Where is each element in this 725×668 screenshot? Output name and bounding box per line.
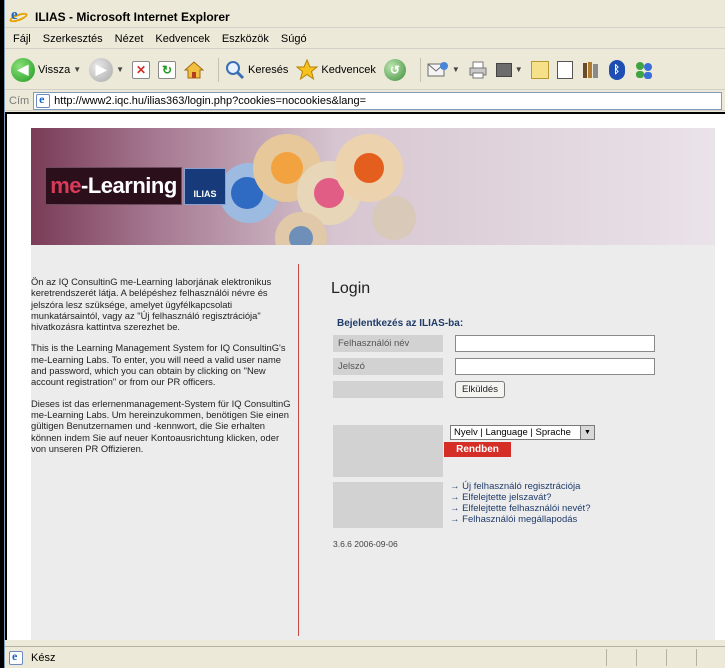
header-banner: me-Learning ILIAS: [31, 128, 715, 245]
toolbar-separator: [218, 57, 220, 82]
link-forgot-username[interactable]: → Elfelejtette felhasználói nevét?: [450, 503, 590, 514]
menu-bar: Fájl Szerkesztés Nézet Kedvencek Eszközö…: [5, 29, 725, 49]
pencils-image: [219, 134, 416, 245]
address-label: Cím: [9, 94, 30, 107]
language-select[interactable]: Nyelv | Language | Sprache ▼: [450, 425, 595, 440]
search-icon: [226, 60, 245, 79]
discuss-icon: [530, 60, 549, 79]
favorites-button[interactable]: Kedvencek: [296, 58, 376, 81]
link-new-registration[interactable]: → Új felhasználó regisztrációja: [450, 481, 590, 492]
people-icon: [635, 61, 652, 79]
address-input[interactable]: http://www2.iqc.hu/ilias363/login.php?co…: [33, 91, 722, 110]
version-text: 3.6.6 2006-09-06: [333, 539, 398, 549]
password-field[interactable]: [455, 358, 655, 375]
edit-icon: [495, 62, 512, 77]
mail-button[interactable]: ▼: [427, 61, 460, 79]
language-ok-button[interactable]: Rendben: [444, 442, 511, 457]
menu-view[interactable]: Nézet: [115, 33, 144, 45]
me-learning-logo: me-Learning: [45, 167, 182, 205]
column-divider: [298, 264, 299, 636]
address-bar: Cím http://www2.iqc.hu/ilias363/login.ph…: [5, 91, 725, 111]
menu-favorites[interactable]: Kedvencek: [155, 33, 209, 45]
submit-button[interactable]: Elküldés: [455, 381, 505, 398]
menu-file[interactable]: Fájl: [13, 33, 31, 45]
books-icon: [582, 61, 598, 78]
contacts-button[interactable]: [633, 60, 655, 80]
favorites-label: Kedvencek: [321, 63, 376, 76]
intro-hungarian: Ön az IQ ConsultinG me-Learning laborján…: [31, 276, 272, 333]
link-forgot-password[interactable]: → Elfelejtette jelszavát?: [450, 492, 590, 503]
star-icon: [296, 58, 319, 80]
login-title: Login: [331, 280, 371, 297]
page-viewport: me-Learning ILIAS Ön az IQ ConsultinG me…: [5, 112, 725, 640]
mail-dropdown-icon[interactable]: ▼: [452, 65, 460, 74]
edit-button[interactable]: ▼: [495, 62, 523, 77]
refresh-button[interactable]: ↻: [158, 60, 177, 79]
username-label: Felhasználói név: [333, 335, 443, 352]
edit-dropdown-icon[interactable]: ▼: [515, 65, 523, 74]
password-label: Jelszó: [333, 358, 443, 375]
link-user-agreement[interactable]: → Felhasználói megállapodás: [450, 514, 590, 525]
window-title: ILIAS - Microsoft Internet Explorer: [35, 9, 230, 24]
menu-edit[interactable]: Szerkesztés: [43, 33, 103, 45]
search-button[interactable]: Keresés: [225, 60, 288, 80]
history-button[interactable]: ↺: [383, 58, 406, 81]
ilias-logo: ILIAS: [184, 168, 226, 205]
refresh-icon: ↻: [158, 60, 177, 79]
status-bar: Kész: [5, 646, 725, 668]
account-links: → Új felhasználó regisztrációja → Elfele…: [450, 481, 590, 525]
messenger-button[interactable]: [581, 60, 601, 80]
printer-icon: [469, 61, 487, 78]
page-icon: [36, 92, 51, 108]
status-page-icon: [9, 649, 23, 665]
login-subtitle: Bejelentkezés az ILIAS-ba:: [337, 318, 464, 329]
forward-dropdown-icon[interactable]: ▼: [116, 65, 124, 74]
mail-icon: [427, 61, 448, 76]
language-label-box: [333, 425, 443, 477]
intro-text: Ön az IQ ConsultinG me-Learning laborján…: [31, 276, 291, 464]
language-select-value: Nyelv | Language | Sprache: [454, 427, 571, 438]
back-button[interactable]: ◀ Vissza ▼: [11, 57, 81, 82]
back-label: Vissza: [38, 63, 71, 76]
research-button[interactable]: [556, 60, 573, 79]
chevron-down-icon: ▼: [580, 426, 594, 439]
forward-button[interactable]: ▶ ▼: [89, 57, 124, 82]
status-panels: [606, 649, 725, 666]
ie-logo-icon: e: [8, 7, 29, 25]
bluetooth-button[interactable]: ᛒ: [608, 59, 625, 80]
bluetooth-icon: ᛒ: [608, 59, 625, 80]
stop-icon: ✕: [132, 60, 151, 79]
title-bar: e ILIAS - Microsoft Internet Explorer: [5, 6, 725, 28]
print-button[interactable]: [468, 60, 488, 80]
address-url[interactable]: http://www2.iqc.hu/ilias363/login.php?co…: [54, 95, 366, 107]
home-button[interactable]: [184, 60, 205, 80]
browser-window: e ILIAS - Microsoft Internet Explorer Fá…: [4, 0, 725, 668]
intro-german: Dieses ist das erlernenmanagement-System…: [31, 397, 291, 454]
forward-arrow-icon: ▶: [89, 57, 114, 82]
back-dropdown-icon[interactable]: ▼: [73, 65, 81, 74]
toolbar: ◀ Vissza ▼ ▶ ▼ ✕ ↻ Keresés Kedvencek ↺ ▼…: [5, 50, 725, 90]
submit-row-spacer: [333, 381, 443, 398]
status-text: Kész: [31, 651, 56, 664]
discuss-button[interactable]: [530, 60, 549, 79]
menu-help[interactable]: Súgó: [281, 33, 307, 45]
toolbar-separator: [419, 57, 421, 82]
links-label-box: [333, 482, 443, 528]
menu-tools[interactable]: Eszközök: [222, 33, 269, 45]
history-icon: ↺: [383, 58, 406, 81]
intro-english: This is the Learning Management System f…: [31, 342, 286, 388]
research-icon: [556, 60, 573, 79]
stop-button[interactable]: ✕: [132, 60, 151, 79]
search-label: Keresés: [248, 63, 289, 76]
ilias-page: me-Learning ILIAS Ön az IQ ConsultinG me…: [31, 128, 715, 640]
home-icon: [184, 60, 205, 78]
username-field[interactable]: [455, 335, 655, 352]
back-arrow-icon: ◀: [11, 57, 35, 82]
